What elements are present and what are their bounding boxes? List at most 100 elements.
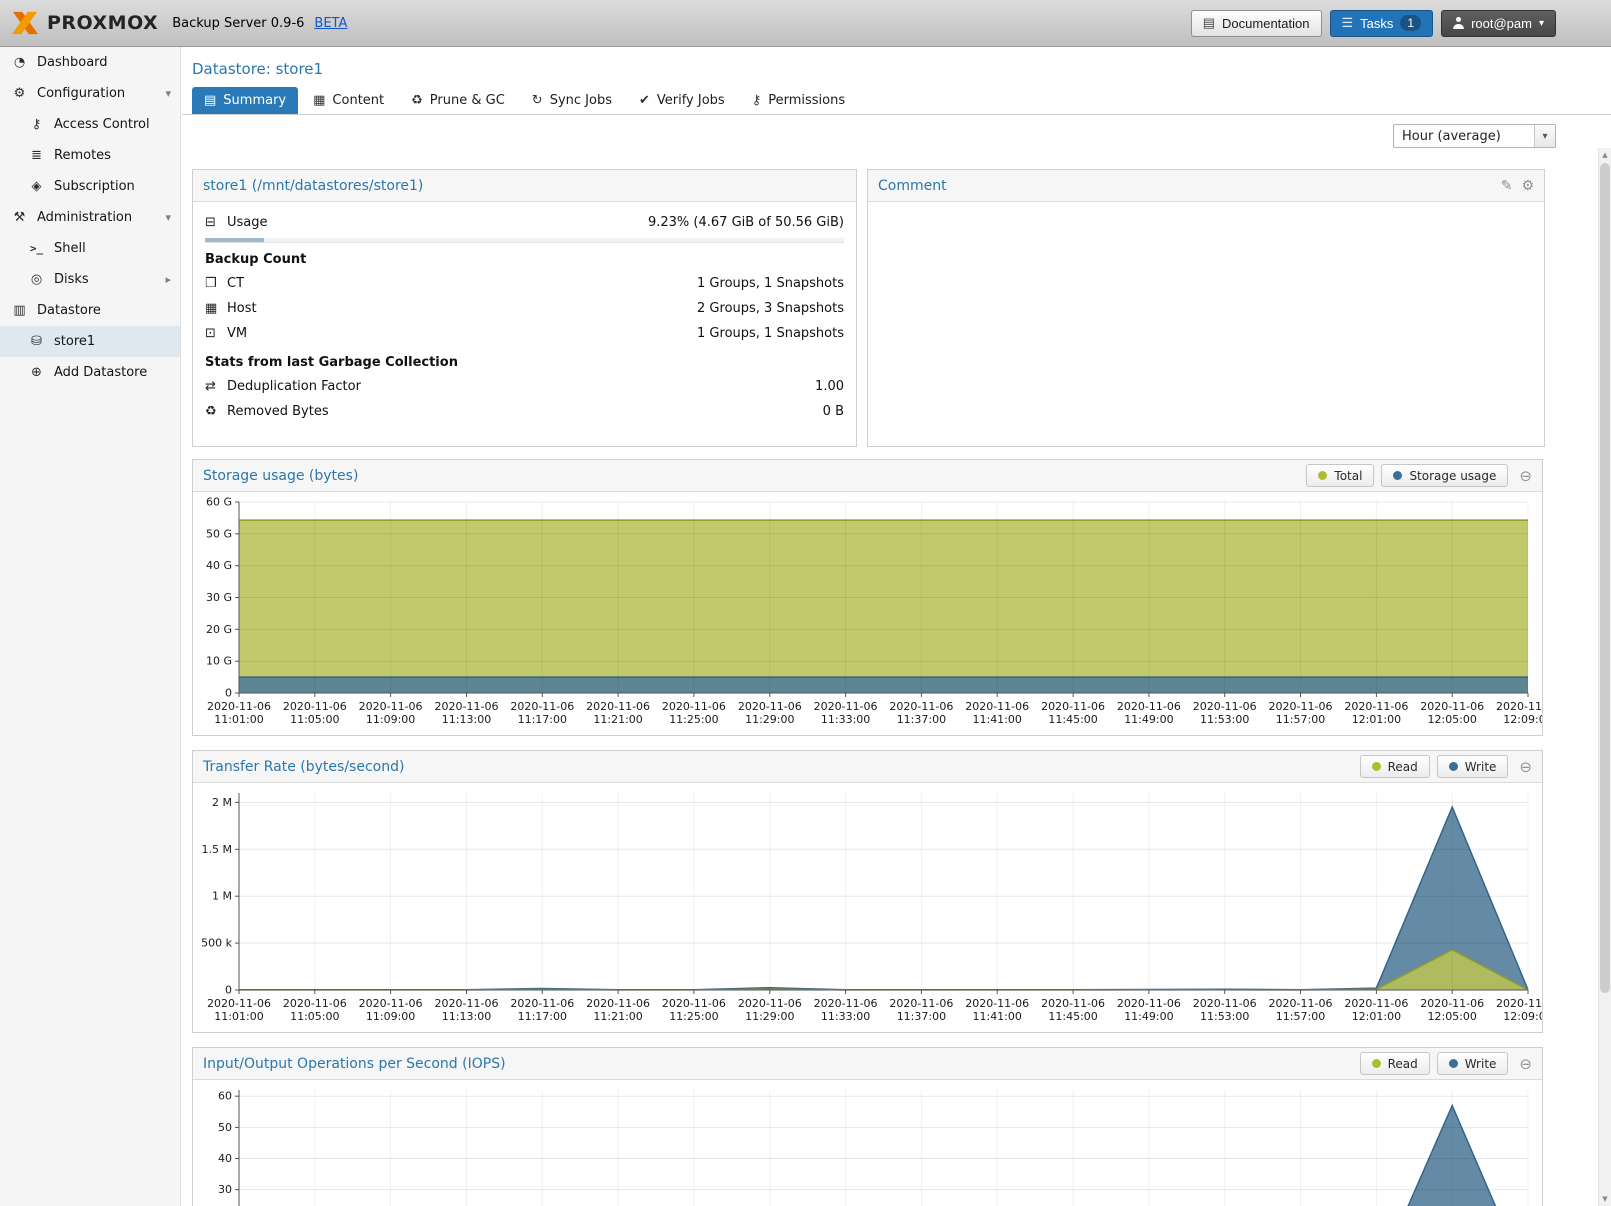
chart-svg: 01020304050602020-11-0611:01:002020-11-0…: [193, 1080, 1542, 1206]
removed-bytes-label: Removed Bytes: [227, 404, 329, 419]
svg-text:0: 0: [225, 984, 232, 997]
svg-text:11:29:00: 11:29:00: [745, 713, 794, 726]
content: store1 (/mnt/datastores/store1) ⊟ Usage …: [182, 157, 1545, 1206]
sidebar-item-access-control[interactable]: ⚷ Access Control: [0, 109, 180, 140]
svg-text:2020-11-06: 2020-11-06: [1420, 700, 1484, 713]
svg-text:40 G: 40 G: [206, 559, 232, 572]
user-menu-button[interactable]: root@pam ▾: [1441, 10, 1556, 37]
tasks-button[interactable]: ☰ Tasks 1: [1330, 10, 1434, 37]
beta-link[interactable]: BETA: [314, 16, 347, 31]
sidebar-item-dashboard[interactable]: ◔ Dashboard: [0, 47, 180, 78]
sidebar-item-datastore[interactable]: ▥ Datastore: [0, 295, 180, 326]
svg-text:11:41:00: 11:41:00: [972, 1010, 1021, 1023]
legend-read[interactable]: Read: [1360, 755, 1430, 778]
sidebar-item-configuration[interactable]: ⚙ Configuration ▾: [0, 78, 180, 109]
svg-text:2020-11-06: 2020-11-06: [1420, 997, 1484, 1010]
tab-prune-gc[interactable]: ♻ Prune & GC: [399, 87, 517, 114]
caret-down-icon[interactable]: ▾: [165, 211, 171, 224]
scroll-down-button[interactable]: ▼: [1599, 1192, 1611, 1206]
svg-text:11:29:00: 11:29:00: [745, 1010, 794, 1023]
sidebar-item-label: Disks: [54, 272, 89, 287]
svg-text:12:01:00: 12:01:00: [1352, 1010, 1401, 1023]
legend-label: Total: [1334, 469, 1362, 483]
sidebar-item-label: Dashboard: [37, 55, 108, 70]
collapse-icon[interactable]: ⊖: [1519, 467, 1532, 485]
scrollbar-thumb[interactable]: [1600, 163, 1610, 993]
legend-label: Read: [1388, 760, 1418, 774]
svg-text:11:01:00: 11:01:00: [214, 713, 263, 726]
svg-text:2020-11-06: 2020-11-06: [1269, 700, 1333, 713]
collapse-icon[interactable]: ⊖: [1519, 758, 1532, 776]
main-area: Datastore: store1 ▤ Summary ▦ Content ♻ …: [182, 47, 1611, 1206]
arrow-up-icon: ▲: [1602, 151, 1607, 159]
edit-icon[interactable]: ✎: [1501, 178, 1513, 194]
panel-header: store1 (/mnt/datastores/store1): [193, 170, 856, 202]
svg-text:60 G: 60 G: [206, 496, 232, 509]
legend-dot: [1449, 762, 1458, 771]
svg-text:2020-11-06: 2020-11-06: [814, 997, 878, 1010]
summary-row: store1 (/mnt/datastores/store1) ⊟ Usage …: [192, 169, 1545, 447]
tools-icon: ⚒: [11, 210, 28, 225]
legend-write[interactable]: Write: [1437, 1052, 1509, 1075]
svg-text:0: 0: [225, 687, 232, 700]
storage-usage-chart: 010 G20 G30 G40 G50 G60 G2020-11-0611:01…: [193, 492, 1542, 735]
scroll-up-button[interactable]: ▲: [1599, 148, 1611, 162]
svg-text:2020-11-06: 2020-11-06: [738, 700, 802, 713]
transfer-rate-chart: 0500 k1 M1.5 M2 M2020-11-0611:01:002020-…: [193, 783, 1542, 1032]
cube-icon: ❒: [205, 276, 223, 291]
sidebar-item-subscription[interactable]: ◈ Subscription: [0, 171, 180, 202]
tab-content[interactable]: ▦ Content: [301, 87, 396, 114]
monitor-icon: ⊡: [205, 326, 223, 341]
legend-storage-usage[interactable]: Storage usage: [1381, 464, 1508, 487]
tab-verify-jobs[interactable]: ✔ Verify Jobs: [627, 87, 737, 114]
sidebar-item-store1[interactable]: ⛁ store1: [0, 326, 180, 357]
svg-text:2020-11-06: 2020-11-06: [435, 997, 499, 1010]
svg-text:11:21:00: 11:21:00: [593, 1010, 642, 1023]
select-trigger[interactable]: ▾: [1534, 125, 1555, 147]
documentation-button[interactable]: ▤ Documentation: [1191, 10, 1322, 37]
ct-value: 1 Groups, 1 Snapshots: [697, 276, 844, 291]
tab-sync-jobs[interactable]: ↻ Sync Jobs: [520, 87, 624, 114]
legend-total[interactable]: Total: [1306, 464, 1374, 487]
legend-dot: [1372, 762, 1381, 771]
proxmox-logo-icon: [10, 10, 40, 36]
caret-down-icon[interactable]: ▾: [165, 87, 171, 100]
comment-body[interactable]: [868, 202, 1544, 446]
svg-text:12:05:00: 12:05:00: [1427, 713, 1476, 726]
svg-text:2020-11-06: 2020-11-06: [1041, 700, 1105, 713]
legend-dot: [1318, 471, 1327, 480]
panel-title: Storage usage (bytes): [203, 468, 358, 484]
svg-text:12:01:00: 12:01:00: [1352, 713, 1401, 726]
panel-title: Comment: [878, 178, 947, 194]
svg-text:11:05:00: 11:05:00: [290, 713, 339, 726]
sidebar-item-label: Configuration: [37, 86, 125, 101]
svg-text:50: 50: [218, 1121, 232, 1134]
sidebar-item-administration[interactable]: ⚒ Administration ▾: [0, 202, 180, 233]
svg-text:11:37:00: 11:37:00: [897, 713, 946, 726]
gear-icon[interactable]: ⚙: [1521, 178, 1534, 194]
svg-text:11:09:00: 11:09:00: [366, 713, 415, 726]
svg-text:11:25:00: 11:25:00: [669, 713, 718, 726]
iops-chart: 01020304050602020-11-0611:01:002020-11-0…: [193, 1080, 1542, 1206]
panel-header: Storage usage (bytes) Total Storage usag…: [193, 460, 1542, 492]
caret-right-icon[interactable]: ▸: [165, 273, 171, 286]
svg-text:11:49:00: 11:49:00: [1124, 713, 1173, 726]
legend-write[interactable]: Write: [1437, 755, 1509, 778]
comment-panel: Comment ✎ ⚙: [867, 169, 1545, 447]
timeframe-select[interactable]: Hour (average) ▾: [1393, 124, 1556, 148]
svg-text:11:41:00: 11:41:00: [972, 713, 1021, 726]
tab-permissions[interactable]: ⚷ Permissions: [740, 87, 857, 114]
tab-label: Permissions: [768, 93, 845, 108]
removed-bytes-row: ♻ Removed Bytes 0 B: [205, 399, 844, 424]
collapse-icon[interactable]: ⊖: [1519, 1055, 1532, 1073]
user-label: root@pam: [1471, 16, 1532, 31]
sidebar-item-remotes[interactable]: ≣ Remotes: [0, 140, 180, 171]
svg-text:11:21:00: 11:21:00: [593, 713, 642, 726]
sidebar-item-disks[interactable]: ◎ Disks ▸: [0, 264, 180, 295]
tab-summary[interactable]: ▤ Summary: [192, 87, 298, 114]
legend-read[interactable]: Read: [1360, 1052, 1430, 1075]
sidebar-item-add-datastore[interactable]: ⊕ Add Datastore: [0, 357, 180, 388]
sidebar-item-shell[interactable]: >_ Shell: [0, 233, 180, 264]
sidebar: ◔ Dashboard ⚙ Configuration ▾ ⚷ Access C…: [0, 47, 181, 1206]
scrollbar[interactable]: ▲ ▼: [1598, 148, 1611, 1206]
